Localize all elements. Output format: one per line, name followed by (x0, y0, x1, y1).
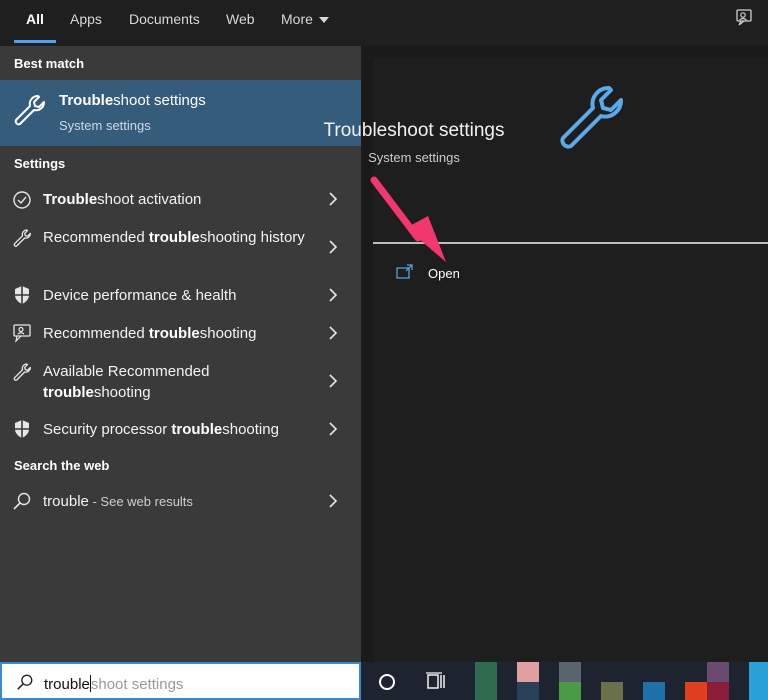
search-tab-bar: All Apps Documents Web More (0, 0, 768, 46)
preview-title: Troubleshoot settings (323, 120, 505, 141)
tab-more[interactable]: More (281, 0, 329, 46)
tab-documents[interactable]: Documents (129, 0, 200, 46)
settings-item-label: Device performance & health (43, 287, 237, 304)
open-action-label: Open (428, 266, 460, 281)
search-query: troubleshoot settings (44, 675, 183, 693)
shield-icon (15, 286, 29, 304)
settings-item-label: Available Recommended troubleshooting (43, 363, 210, 401)
settings-item-label: Security processor troubleshooting (43, 421, 279, 438)
best-match-title-rest: shoot settings (113, 92, 206, 109)
annotation-arrow-icon (370, 176, 446, 262)
settings-item-recommended-troubleshooting[interactable]: Recommended troubleshooting (0, 316, 361, 350)
chevron-right-icon (329, 192, 338, 206)
taskbar (361, 662, 768, 700)
cortana-button[interactable] (365, 662, 409, 700)
active-tab-indicator (14, 40, 56, 43)
search-typed-text: trouble (44, 676, 90, 693)
chevron-down-icon (318, 17, 329, 24)
pinned-app-tile[interactable] (517, 662, 539, 682)
pinned-app-tile[interactable] (559, 662, 581, 682)
search-autocomplete-suggestion: shoot settings (90, 676, 184, 693)
pinned-app-tile[interactable] (707, 662, 729, 682)
pinned-app-tile[interactable] (643, 682, 665, 700)
task-view-button[interactable] (413, 662, 457, 700)
web-search-label: trouble - See web results (43, 493, 193, 510)
wrench-icon (13, 363, 31, 381)
section-best-match: Best match (14, 56, 85, 71)
settings-item-security-processor-troubleshooting[interactable]: Security processor troubleshooting (0, 412, 361, 446)
section-search-the-web: Search the web (14, 458, 110, 473)
tab-web[interactable]: Web (226, 0, 255, 46)
cortana-circle-icon (379, 674, 395, 690)
settings-item-label: Troubleshoot activation (43, 191, 202, 208)
settings-item-label: Recommended troubleshooting history (43, 229, 305, 246)
search-icon (13, 492, 31, 510)
best-match-title: Troubleshoot settings (59, 92, 206, 109)
wrench-icon (13, 229, 31, 247)
chevron-right-icon (329, 374, 338, 388)
settings-item-label: Recommended troubleshooting (43, 325, 257, 342)
pinned-app-tile[interactable] (707, 682, 729, 700)
tab-apps[interactable]: Apps (70, 0, 102, 46)
search-icon (17, 674, 33, 690)
shield-icon (15, 420, 29, 438)
check-circle-icon (13, 191, 31, 209)
chevron-right-icon (329, 288, 338, 302)
pinned-app-tile[interactable] (517, 682, 539, 700)
settings-item-troubleshoot-activation[interactable]: Troubleshoot activation (0, 182, 361, 216)
wrench-icon (560, 86, 623, 149)
chevron-right-icon (329, 422, 338, 436)
feedback-icon[interactable] (734, 8, 754, 28)
person-chat-icon (13, 324, 31, 343)
settings-item-available-recommended-troubleshooting[interactable]: Available Recommended troubleshooting (0, 356, 361, 406)
chevron-right-icon (329, 326, 338, 340)
pinned-app-tile[interactable] (749, 662, 768, 700)
task-view-icon (426, 672, 445, 689)
chevron-right-icon (329, 240, 338, 254)
tab-more-label: More (281, 11, 313, 27)
chevron-right-icon (329, 494, 338, 508)
preview-subtitle: System settings (368, 150, 460, 165)
settings-item-device-performance-health[interactable]: Device performance & health (0, 278, 361, 312)
web-search-result[interactable]: trouble - See web results (0, 484, 361, 518)
best-match-title-bold: Trouble (59, 92, 114, 109)
pinned-app-tile[interactable] (475, 662, 497, 700)
search-input[interactable]: troubleshoot settings (0, 662, 361, 700)
pinned-app-tile[interactable] (601, 682, 623, 700)
pinned-app-tile[interactable] (685, 682, 707, 700)
pinned-app-tile[interactable] (559, 682, 581, 700)
settings-item-recommended-troubleshooting-history[interactable]: Recommended troubleshooting history (0, 222, 361, 272)
